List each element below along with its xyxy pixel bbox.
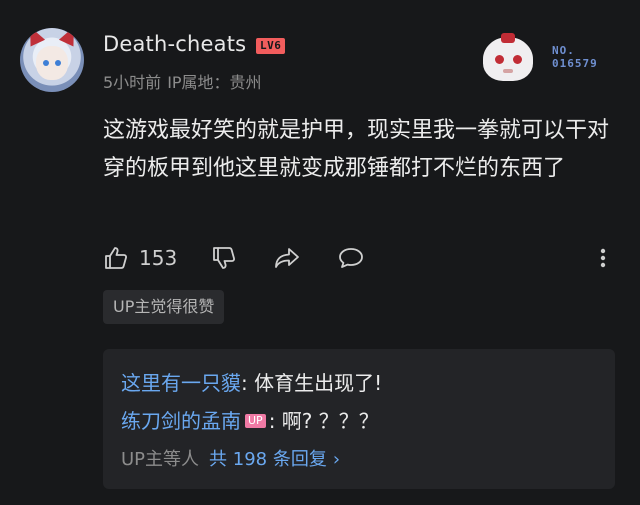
reply-item[interactable]: 练刀剑的孟南 UP: 啊? ？？？ bbox=[121, 405, 379, 434]
reply-preview[interactable]: 这里有一只貘: 体育生出现了! 练刀剑的孟南 UP: 啊? ？？？ UP主等人共 … bbox=[103, 349, 615, 489]
more-icon bbox=[600, 248, 606, 268]
thumbs-down-icon bbox=[213, 247, 235, 269]
reply-author[interactable]: 练刀剑的孟南 bbox=[121, 409, 241, 433]
avatar[interactable] bbox=[20, 28, 84, 92]
reply-text: : 体育生出现了! bbox=[241, 371, 383, 395]
reply-text: : 啊? ？？？ bbox=[268, 409, 379, 433]
level-badge: LV6 bbox=[256, 38, 286, 54]
comment-text: 这游戏最好笑的就是护甲，现实里我一拳就可以干对穿的板甲到他这里就变成那锤都打不烂… bbox=[103, 118, 610, 181]
reply-total-link[interactable]: 共 198 条回复 bbox=[209, 449, 327, 470]
fan-badge-number: NO. 016579 bbox=[552, 44, 598, 70]
chevron-right-icon: › bbox=[332, 449, 341, 470]
username[interactable]: Death-cheats bbox=[103, 32, 246, 56]
share-icon bbox=[275, 248, 299, 268]
reply-button[interactable] bbox=[337, 240, 365, 276]
ip-location: IP属地：贵州 bbox=[167, 73, 262, 92]
horn-decoration bbox=[58, 28, 82, 47]
horn-decoration bbox=[22, 28, 46, 47]
avatar-face bbox=[36, 46, 68, 80]
thumbs-up-icon bbox=[105, 247, 127, 269]
post-time: 5小时前 bbox=[103, 73, 162, 92]
reply-item[interactable]: 这里有一只貘: 体育生出现了! bbox=[121, 367, 382, 396]
reply-icon bbox=[339, 248, 363, 268]
reply-summary[interactable]: UP主等人共 198 条回复 › bbox=[121, 445, 340, 471]
like-button[interactable]: 153 bbox=[103, 240, 177, 276]
reply-author[interactable]: 这里有一只貘 bbox=[121, 371, 241, 395]
up-liked-tag: UP主觉得很赞 bbox=[103, 290, 225, 324]
dislike-button[interactable] bbox=[211, 240, 237, 276]
action-bar: 153 bbox=[103, 240, 623, 276]
more-button[interactable] bbox=[597, 240, 609, 276]
up-tag: UP bbox=[245, 413, 266, 428]
share-button[interactable] bbox=[273, 240, 301, 276]
like-count: 153 bbox=[139, 246, 178, 270]
comment-meta: 5小时前 IP属地：贵州 bbox=[103, 69, 268, 93]
reply-summary-prefix: UP主等人 bbox=[121, 449, 200, 470]
fan-badge-avatar[interactable] bbox=[477, 33, 539, 83]
